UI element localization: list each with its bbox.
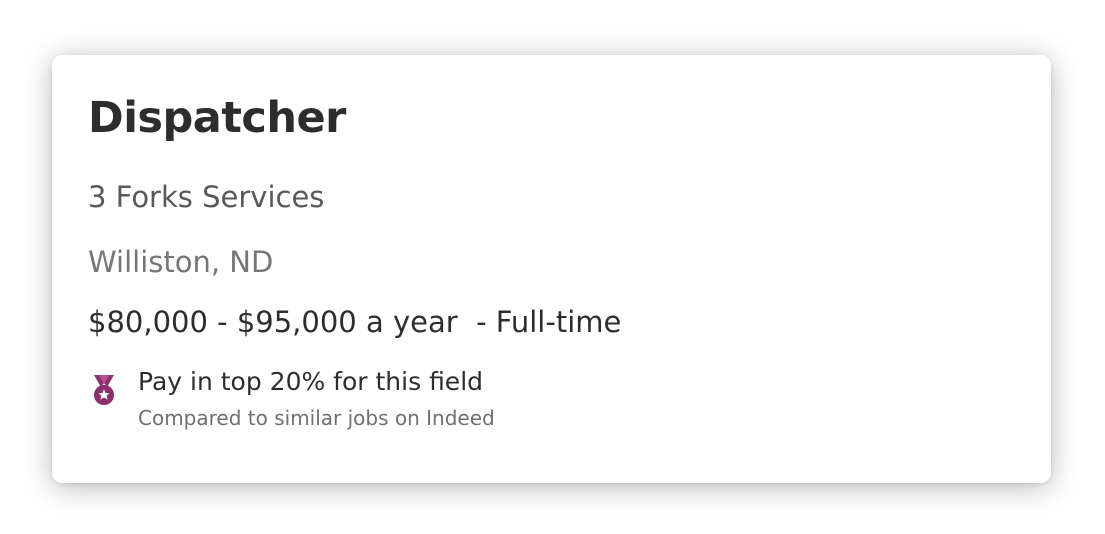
pay-badge-title: Pay in top 20% for this field [138, 367, 484, 396]
salary-and-job-type: $80,000 - $95,000 a year - Full-time [88, 305, 622, 339]
medal-icon [88, 373, 120, 407]
job-title: Dispatcher [88, 93, 346, 143]
company-name: 3 Forks Services [88, 180, 325, 214]
pay-badge-text: Pay in top 20% for this field Compared t… [138, 369, 495, 428]
job-card: Dispatcher 3 Forks Services Williston, N… [52, 55, 1051, 483]
pay-badge-subtitle: Compared to similar jobs on Indeed [138, 406, 495, 430]
pay-badge: Pay in top 20% for this field Compared t… [88, 369, 495, 428]
job-location: Williston, ND [88, 245, 274, 279]
